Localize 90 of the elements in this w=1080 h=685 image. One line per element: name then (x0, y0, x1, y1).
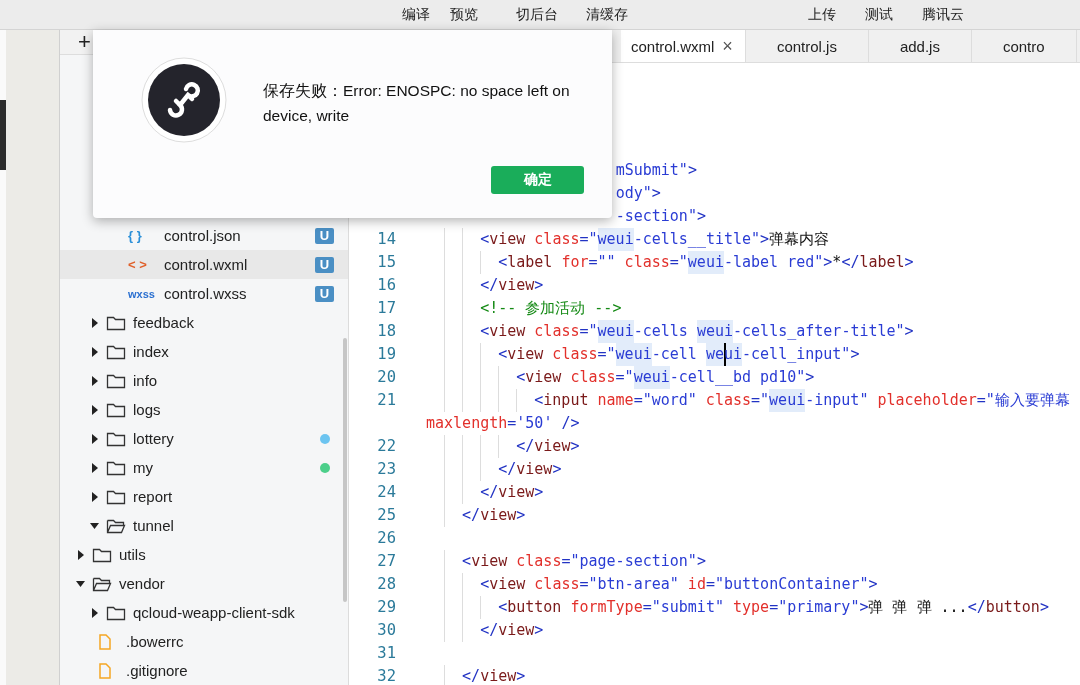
tree-item[interactable]: my (60, 453, 348, 482)
line-number: 24 (376, 482, 397, 503)
expand-arrow-icon (76, 578, 86, 589)
line-number: 31 (376, 643, 397, 664)
collapse-arrow-icon (90, 433, 100, 444)
menu-item[interactable]: 测试 (865, 5, 893, 24)
code-line: </view> (498, 459, 562, 480)
code-line: <label for="" class="weui-label red">*</label> (498, 251, 914, 274)
menu-item[interactable]: 编译 (392, 5, 440, 24)
line-number: 19 (376, 344, 397, 365)
code-line: <view class="btn-area" id="buttonContainer"> (480, 574, 878, 595)
line-number: 17 (376, 298, 397, 319)
app-logo-icon (140, 56, 228, 144)
collapse-arrow-icon (90, 375, 100, 386)
code-line: </view> (462, 505, 526, 526)
collapse-arrow-icon (76, 549, 86, 560)
tree-item[interactable]: .bowerrc (60, 627, 348, 656)
tree-item[interactable]: { } control.json U (60, 221, 348, 250)
code-line: <view class="weui-cell__bd pd10"> (516, 366, 815, 389)
status-badge: U (315, 256, 334, 273)
editor-tab[interactable]: control.js (745, 30, 869, 62)
code-line: <input name="word" class="weui-input" placeholder="输入要弹幕 (534, 389, 1070, 412)
code-line: <view class="page-section"> (462, 551, 706, 572)
code-line: </view> (462, 666, 526, 685)
code-line: ody"> (615, 183, 661, 204)
collapse-arrow-icon (90, 317, 100, 328)
collapse-arrow-icon (90, 404, 100, 415)
line-number: 21 (376, 390, 397, 411)
code-line: -section"> (615, 206, 706, 227)
line-number: 22 (376, 436, 397, 457)
tree-item[interactable]: .gitignore (60, 656, 348, 685)
tree-item[interactable]: index (60, 337, 348, 366)
tree-item[interactable]: qcloud-weapp-client-sdk (60, 598, 348, 627)
file-type-icon: { } (128, 228, 164, 243)
line-number: 25 (376, 505, 397, 526)
code-line: maxlength='50' /> (426, 413, 580, 434)
menu-item[interactable]: 预览 (440, 5, 488, 24)
code-line: mSubmit"> (615, 160, 697, 181)
simulator-screen (0, 100, 6, 170)
menu-item[interactable]: 腾讯云 (922, 5, 964, 24)
code-line: </view> (516, 436, 580, 457)
line-number: 28 (376, 574, 397, 595)
editor-tab[interactable]: add.js (868, 30, 972, 62)
line-number: 23 (376, 459, 397, 480)
collapse-arrow-icon (90, 491, 100, 502)
tree-item[interactable]: report (60, 482, 348, 511)
line-number: 15 (376, 252, 397, 273)
tree-item[interactable]: info (60, 366, 348, 395)
collapse-arrow-icon (90, 607, 100, 618)
close-icon[interactable]: × (722, 35, 733, 57)
status-badge: U (315, 285, 334, 302)
line-number: 20 (376, 367, 397, 388)
add-button[interactable]: + (74, 31, 95, 53)
tree-item[interactable]: < > control.wxml U (60, 250, 348, 279)
file-type-icon: wxss (128, 287, 164, 300)
error-message: 保存失败：Error: ENOSPC: no space left on device, write (263, 81, 571, 126)
code-line: <view class="weui-cells weui-cells_after-title"> (480, 320, 914, 343)
tree-item[interactable]: logs (60, 395, 348, 424)
tree-item[interactable]: vendor (60, 569, 348, 598)
menu-item[interactable]: 上传 (808, 5, 836, 24)
line-number: 29 (376, 597, 397, 618)
menu-item[interactable]: 切后台 (506, 5, 568, 24)
line-number: 30 (376, 620, 397, 641)
tree-item[interactable]: utils (60, 540, 348, 569)
status-badge: U (315, 227, 334, 244)
file-icon (98, 633, 112, 650)
code-line: </view> (480, 482, 544, 503)
file-icon (98, 662, 112, 679)
line-number: 16 (376, 275, 397, 296)
editor-tab[interactable]: control.wxml × (621, 30, 746, 62)
tree-item[interactable]: wxss control.wxss U (60, 279, 348, 308)
tree-item[interactable]: lottery (60, 424, 348, 453)
line-number: 32 (376, 666, 397, 685)
collapse-arrow-icon (90, 462, 100, 473)
file-type-icon: < > (128, 257, 164, 272)
code-line: </view> (480, 275, 544, 296)
editor-tab[interactable]: contro (971, 30, 1077, 62)
line-number: 18 (376, 321, 397, 342)
collapse-arrow-icon (90, 346, 100, 357)
line-number: 27 (376, 551, 397, 572)
tree-item[interactable]: feedback (60, 308, 348, 337)
tree-item[interactable]: tunnel (60, 511, 348, 540)
code-line: <!-- 参加活动 --> (480, 298, 622, 319)
menu-item[interactable]: 清缓存 (576, 5, 638, 24)
code-line: </view> (480, 620, 544, 641)
code-line: <button formType="submit" type="primary">弹 弹 弹 ...</button> (498, 597, 1049, 618)
expand-arrow-icon (90, 520, 100, 531)
line-number: 14 (376, 229, 397, 250)
line-number: 26 (376, 528, 397, 549)
code-line: <view class="weui-cells__title">弹幕内容 (480, 228, 830, 251)
